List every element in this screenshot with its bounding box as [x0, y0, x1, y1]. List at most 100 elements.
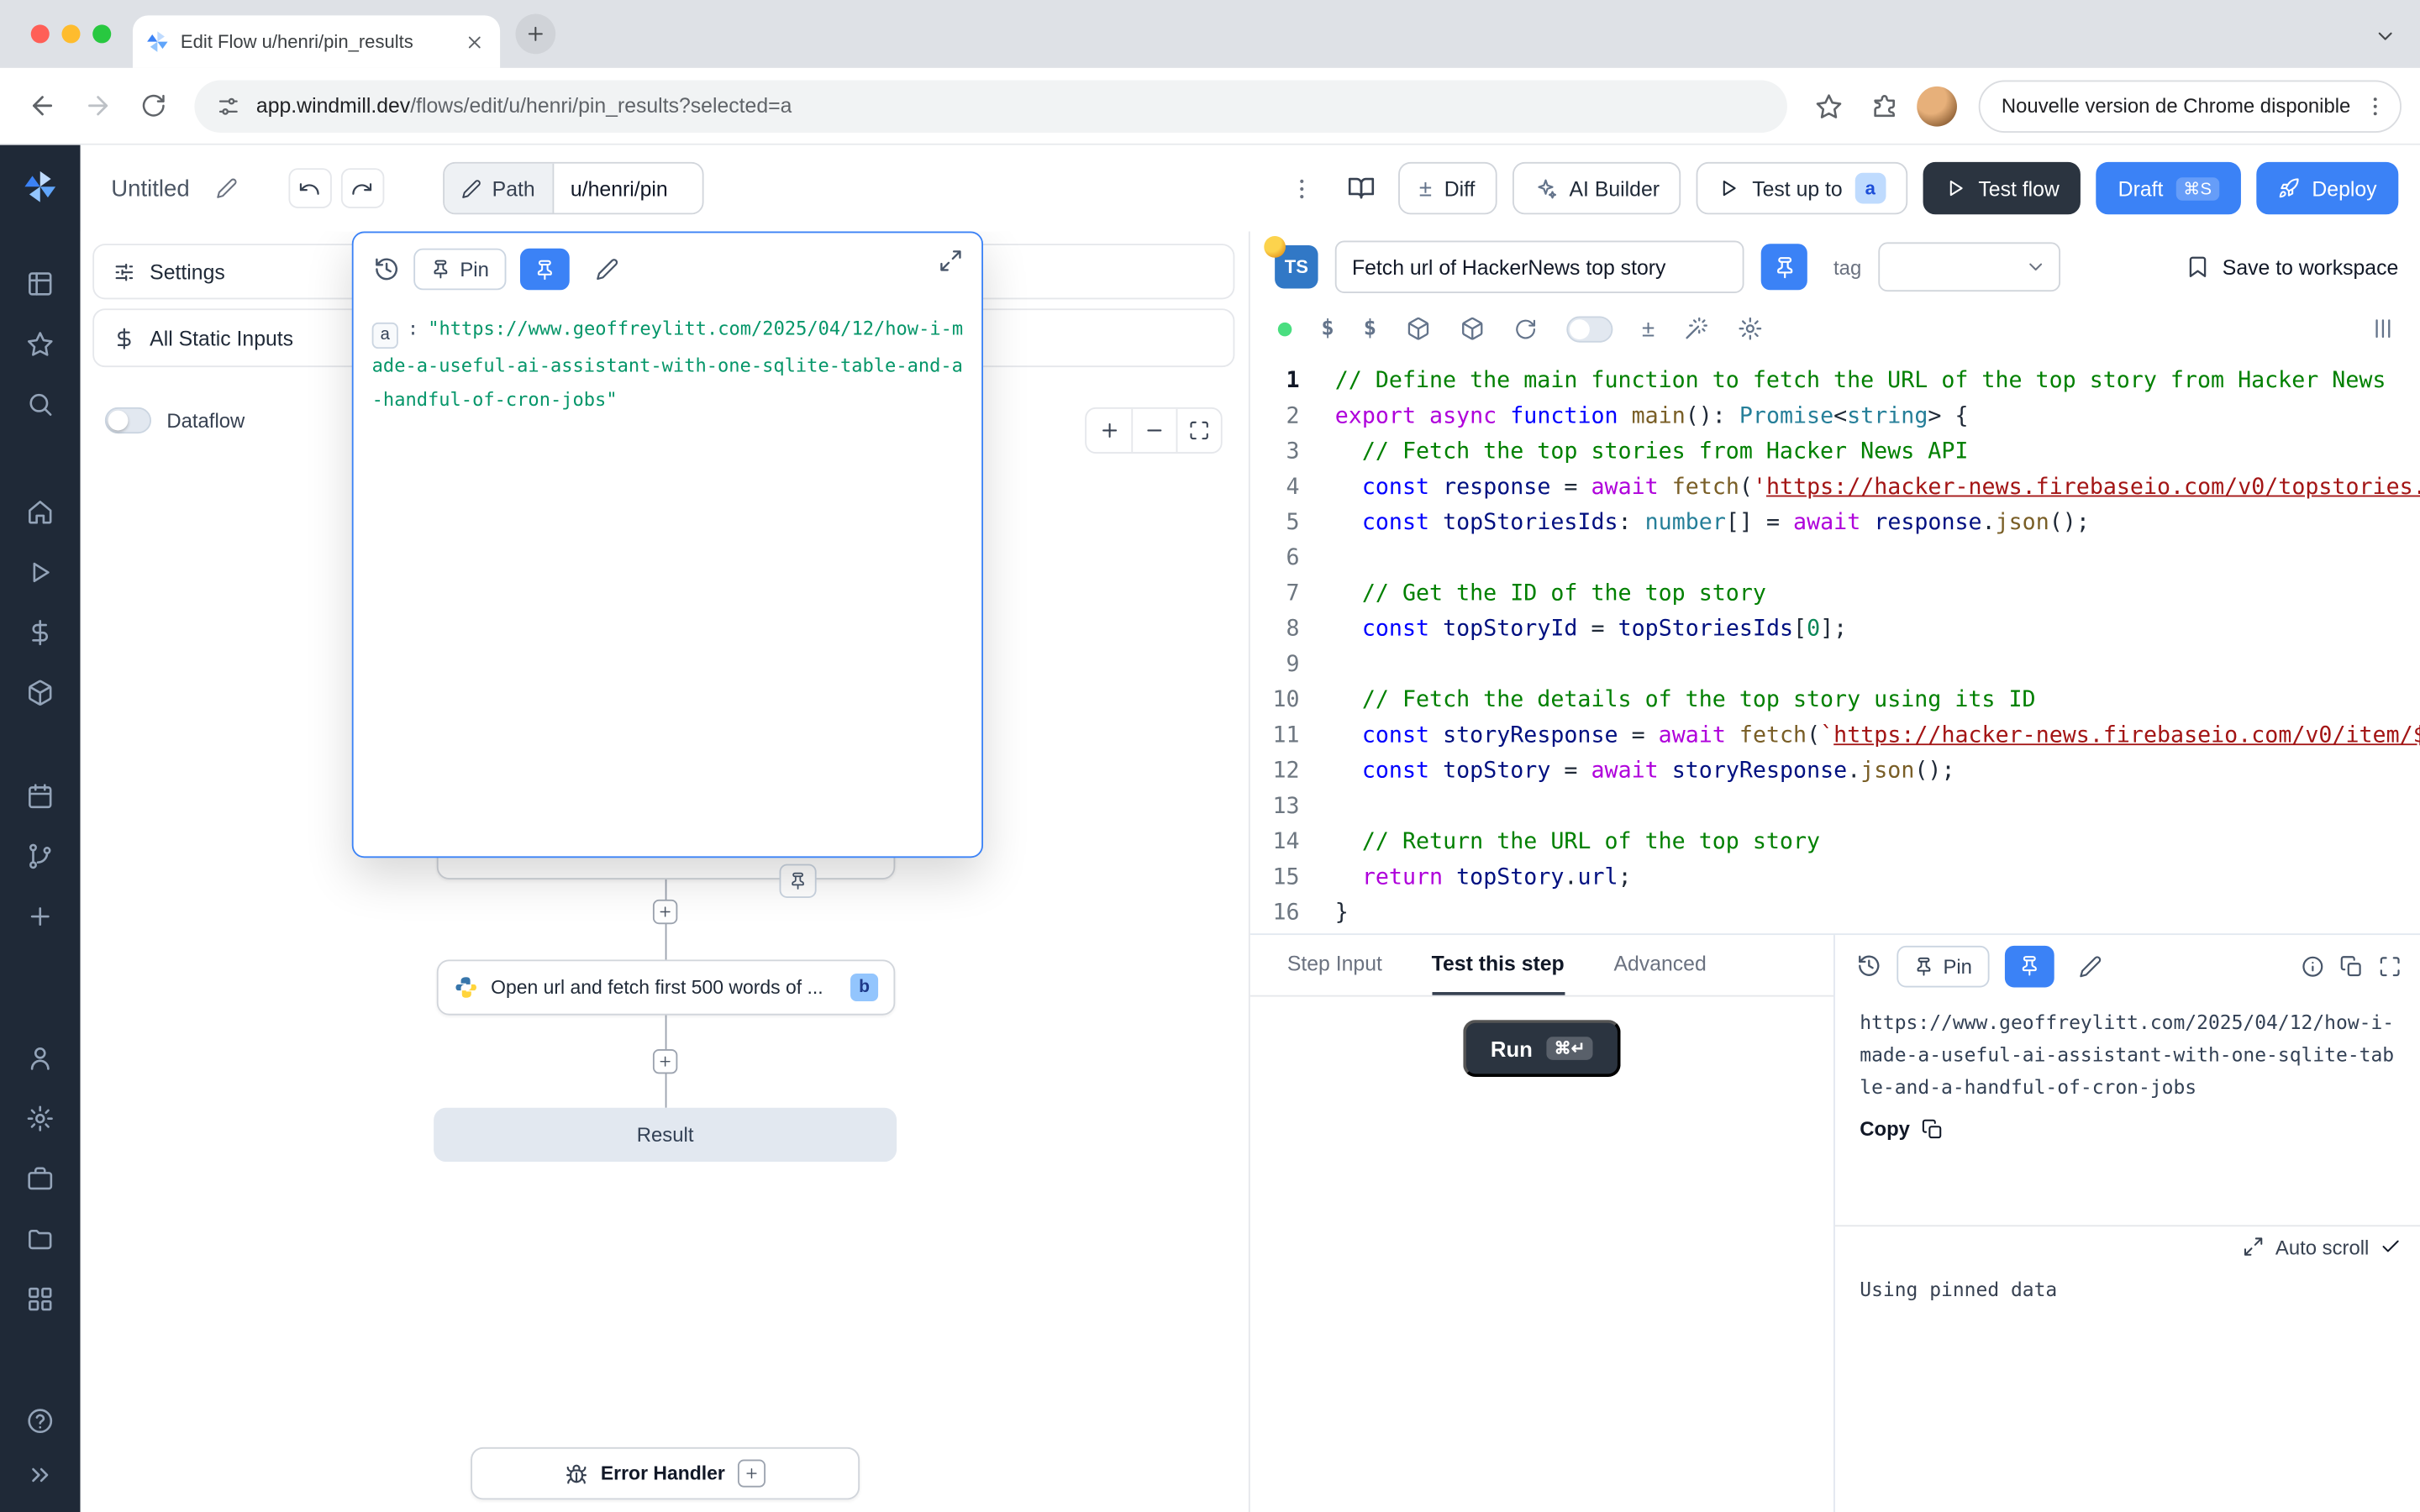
sidebar-item-settings[interactable]: [26, 1105, 54, 1132]
ai-wand-icon[interactable]: [1684, 317, 1708, 341]
sidebar-item-flows[interactable]: [26, 843, 54, 870]
edit-pin-button[interactable]: [596, 258, 619, 281]
reload-button[interactable]: [129, 82, 176, 129]
flow-node-result[interactable]: Result: [434, 1108, 897, 1162]
test-flow-button[interactable]: Test flow: [1923, 162, 2081, 214]
pin-active-button[interactable]: [2005, 945, 2054, 987]
sidebar-item-help[interactable]: [26, 1407, 54, 1435]
diff-mode-button[interactable]: ±: [1642, 316, 1655, 342]
node-a-pin-indicator[interactable]: [780, 864, 817, 898]
package-icon[interactable]: [1406, 317, 1430, 341]
fullscreen-icon[interactable]: [2378, 954, 2402, 978]
editor-settings-icon[interactable]: [1738, 317, 1762, 341]
pin-button[interactable]: Pin: [1897, 945, 1989, 987]
sidebar-item-users[interactable]: [26, 1044, 54, 1072]
path-edit-button[interactable]: Path: [445, 164, 554, 213]
sidebar-collapse-button[interactable]: [26, 1461, 54, 1488]
info-icon[interactable]: [2302, 954, 2325, 978]
back-button[interactable]: [18, 82, 65, 129]
step-summary-input[interactable]: Fetch url of HackerNews top story: [1335, 241, 1744, 293]
branch-icon: [26, 843, 54, 870]
code-editor[interactable]: 12345678910111213141516 // Define the ma…: [1250, 354, 2420, 933]
run-button[interactable]: Run ⌘↵: [1463, 1020, 1621, 1077]
maximize-window-button[interactable]: [92, 24, 111, 43]
docs-button[interactable]: [1339, 168, 1381, 208]
browser-tab[interactable]: Edit Flow u/henri/pin_results: [133, 15, 500, 67]
sidebar-item-workers[interactable]: [26, 1165, 54, 1193]
chrome-update-label: Nouvelle version de Chrome disponible: [2002, 94, 2350, 118]
tag-select[interactable]: [1878, 242, 2060, 291]
diff-button[interactable]: ±Diff: [1397, 162, 1497, 214]
edit-title-button[interactable]: [205, 168, 248, 208]
pinned-popup-header: Pin: [354, 233, 982, 299]
sidebar-item-schedules[interactable]: [26, 782, 54, 810]
minimize-window-button[interactable]: [61, 24, 80, 43]
new-tab-button[interactable]: [515, 14, 555, 55]
path-value-input[interactable]: u/henri/pin: [554, 164, 702, 213]
history-icon[interactable]: [1857, 953, 1881, 978]
step-pin-active-button[interactable]: [1761, 244, 1807, 290]
error-handler-node[interactable]: Error Handler: [471, 1447, 860, 1499]
sidebar-item-favorites[interactable]: [26, 330, 54, 358]
plus-icon: [657, 1053, 672, 1068]
copy-button[interactable]: Copy: [1860, 1117, 1942, 1141]
fit-view-button[interactable]: [1176, 409, 1221, 452]
insert-step-button[interactable]: [653, 900, 677, 924]
zoom-out-button[interactable]: [1131, 409, 1176, 452]
add-error-handler-button[interactable]: [738, 1460, 765, 1488]
sidebar-item-variables[interactable]: [26, 619, 54, 647]
dataflow-toggle[interactable]: [105, 407, 151, 433]
sidebar-item-home[interactable]: [26, 498, 54, 526]
flow-canvas[interactable]: Settings All Static Inputs Dataflow: [81, 232, 1250, 1512]
chrome-update-button[interactable]: Nouvelle version de Chrome disponible: [1978, 80, 2402, 132]
sidebar-item-search[interactable]: [26, 391, 54, 418]
sidebar-item-add[interactable]: [26, 902, 54, 930]
ai-builder-button[interactable]: AI Builder: [1512, 162, 1681, 214]
redo-button[interactable]: [341, 168, 384, 208]
insert-step-button[interactable]: [653, 1049, 677, 1074]
tab-step-input[interactable]: Step Input: [1287, 935, 1382, 995]
package-icon[interactable]: [1460, 317, 1484, 341]
zoom-in-button[interactable]: [1086, 409, 1131, 452]
reload-script-icon[interactable]: [1514, 317, 1538, 340]
editor-toggle[interactable]: [1566, 316, 1612, 342]
tab-close-button[interactable]: [460, 28, 487, 55]
pin-active-button[interactable]: [520, 249, 570, 291]
zoom-controls: [1085, 407, 1222, 454]
edit-pin-button[interactable]: [2079, 954, 2102, 978]
tab-test-this-step[interactable]: Test this step: [1432, 935, 1565, 995]
profile-avatar[interactable]: [1917, 86, 1957, 126]
history-icon[interactable]: [373, 256, 399, 282]
undo-button[interactable]: [288, 168, 331, 208]
close-window-button[interactable]: [31, 24, 50, 43]
windmill-app: Untitled Path u/henri/pin ±Diff AI Build…: [0, 145, 2420, 1512]
test-up-to-button[interactable]: Test up toa: [1697, 162, 1907, 214]
tab-advanced[interactable]: Advanced: [1613, 935, 1706, 995]
draft-button[interactable]: Draft⌘S: [2096, 162, 2241, 214]
save-to-workspace-button[interactable]: Save to workspace: [2186, 255, 2399, 279]
panel-layout-icon[interactable]: [2370, 317, 2395, 341]
pin-button[interactable]: Pin: [413, 249, 506, 291]
more-options-button[interactable]: [1281, 168, 1323, 208]
flow-node-b[interactable]: Open url and fetch first 500 words of ..…: [437, 959, 896, 1015]
resources-button[interactable]: $: [1364, 317, 1376, 341]
flow-title[interactable]: Untitled: [111, 175, 189, 201]
expand-popup-button[interactable]: [939, 249, 963, 273]
browser-menu-button[interactable]: [2357, 87, 2394, 124]
copy-result-icon[interactable]: [2339, 954, 2363, 978]
bookmark-button[interactable]: [1806, 82, 1852, 129]
sidebar-item-tables[interactable]: [26, 270, 54, 297]
address-bar[interactable]: app.windmill.dev/flows/edit/u/henri/pin_…: [194, 80, 1786, 132]
extensions-button[interactable]: [1861, 82, 1907, 129]
bottom-panel: Step Input Test this step Advanced Run ⌘…: [1250, 933, 2420, 1512]
tab-search-button[interactable]: [2368, 18, 2402, 52]
forward-button[interactable]: [74, 82, 120, 129]
sidebar-item-folders[interactable]: [26, 1225, 54, 1252]
auto-scroll-control[interactable]: Auto scroll: [1835, 1226, 2420, 1267]
deploy-button[interactable]: Deploy: [2256, 162, 2398, 214]
path-label: Path: [492, 176, 535, 200]
sidebar-item-runs[interactable]: [26, 559, 54, 586]
sidebar-item-apps[interactable]: [26, 1285, 54, 1313]
variables-button[interactable]: $: [1321, 317, 1334, 341]
sidebar-item-resources[interactable]: [26, 679, 54, 706]
